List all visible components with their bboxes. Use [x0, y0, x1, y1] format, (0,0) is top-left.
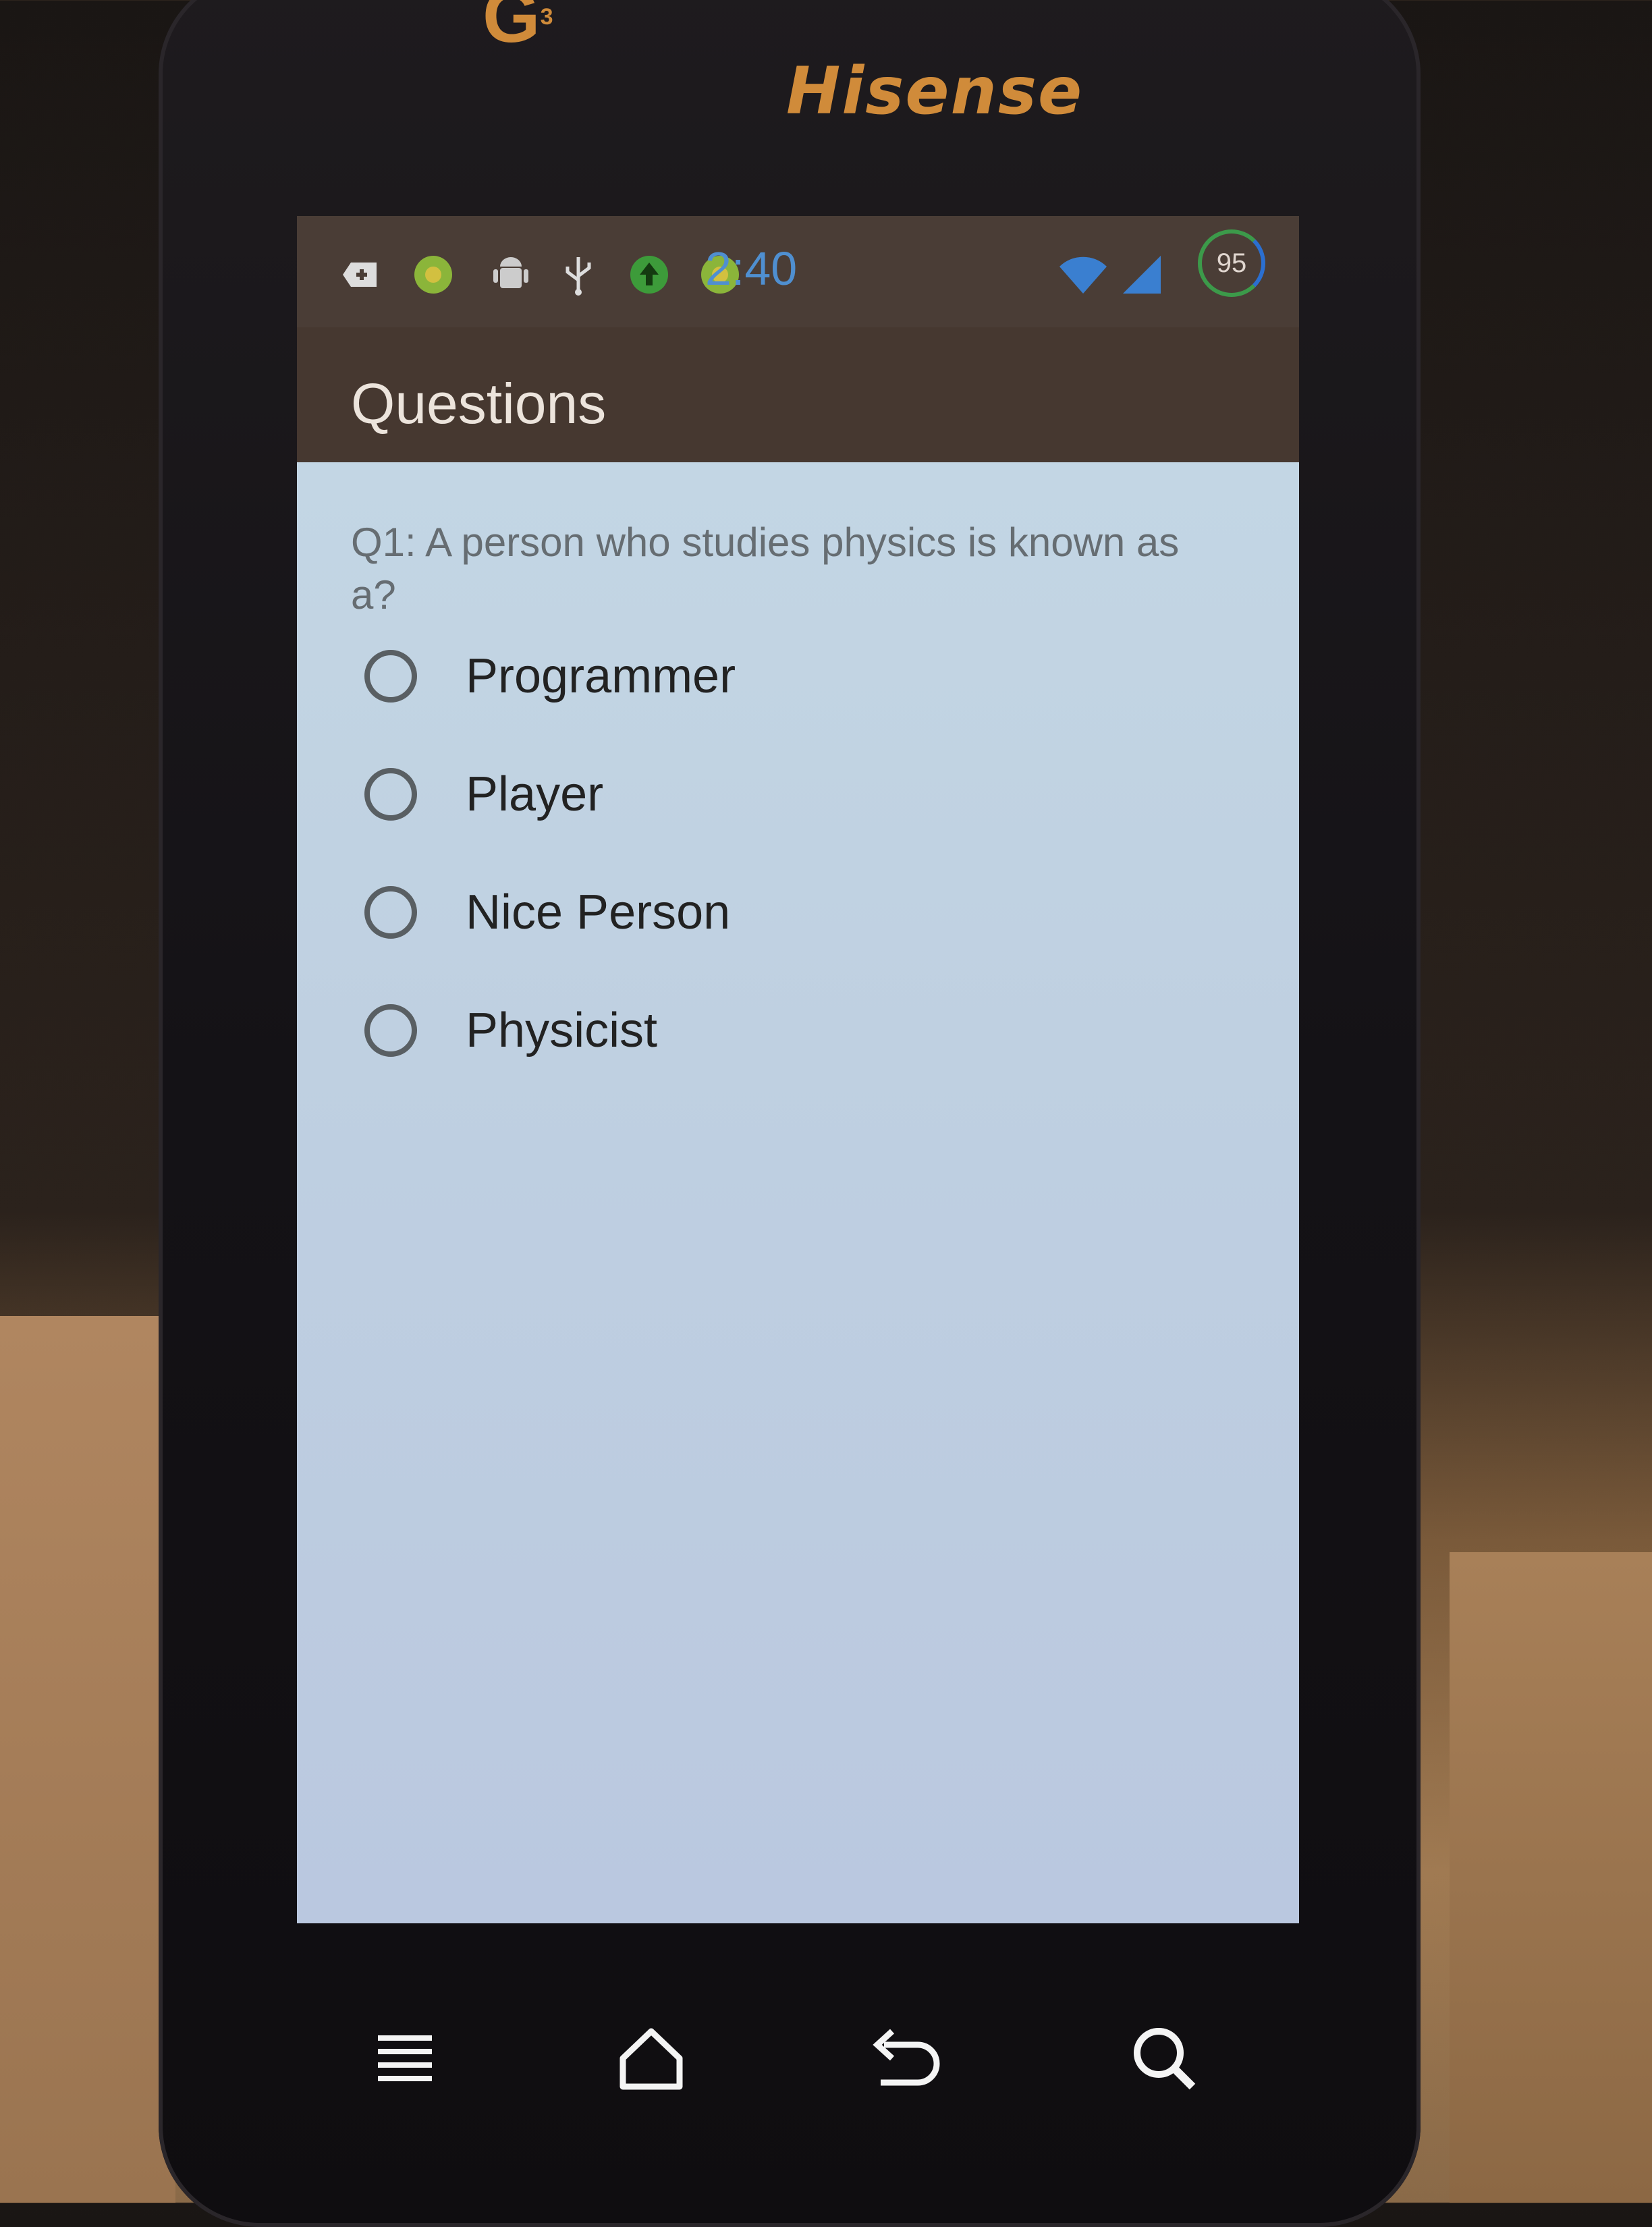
g3-logo: G3: [483, 0, 553, 58]
battery-indicator: 95: [1198, 229, 1265, 297]
option-label[interactable]: Nice Person: [466, 881, 730, 945]
menu-icon[interactable]: [364, 2018, 445, 2099]
signal-icon: [1123, 256, 1161, 294]
answer-option[interactable]: Physicist: [364, 999, 972, 1073]
status-clock: 2:40: [705, 242, 798, 295]
page-title: Questions: [351, 372, 607, 435]
question-panel: Q1: A person who studies physics is know…: [297, 462, 1299, 1923]
action-bar: Questions: [297, 327, 1299, 462]
green-app-icon: [414, 256, 452, 294]
search-icon[interactable]: [1124, 2018, 1205, 2099]
answer-option[interactable]: Programmer: [364, 644, 972, 719]
radio-button[interactable]: [364, 886, 417, 939]
navigation-bar: [297, 1937, 1299, 2160]
radio-button[interactable]: [364, 650, 417, 703]
usb-icon: [566, 257, 591, 296]
android-debug-icon: [493, 257, 528, 288]
question-text: Q1: A person who studies physics is know…: [351, 520, 1180, 617]
desk-surface: [1450, 1552, 1652, 2203]
phone-screen: 2:40 95 Questions Q1: A person who studi…: [297, 216, 1299, 1923]
brand-logo: Hisense: [786, 53, 1084, 129]
answer-option[interactable]: Nice Person: [364, 881, 972, 955]
upload-icon: [630, 256, 668, 294]
back-icon[interactable]: [864, 2018, 945, 2099]
option-label[interactable]: Player: [466, 763, 603, 827]
radio-button[interactable]: [364, 1004, 417, 1057]
status-bar: 2:40 95: [297, 216, 1299, 327]
home-icon[interactable]: [611, 2018, 692, 2099]
desk-surface: [0, 1316, 175, 2203]
option-label[interactable]: Physicist: [466, 999, 657, 1063]
radio-button[interactable]: [364, 768, 417, 821]
wifi-icon: [1059, 256, 1107, 294]
add-icon: [343, 263, 377, 287]
answer-option[interactable]: Player: [364, 763, 972, 837]
option-label[interactable]: Programmer: [466, 644, 736, 709]
